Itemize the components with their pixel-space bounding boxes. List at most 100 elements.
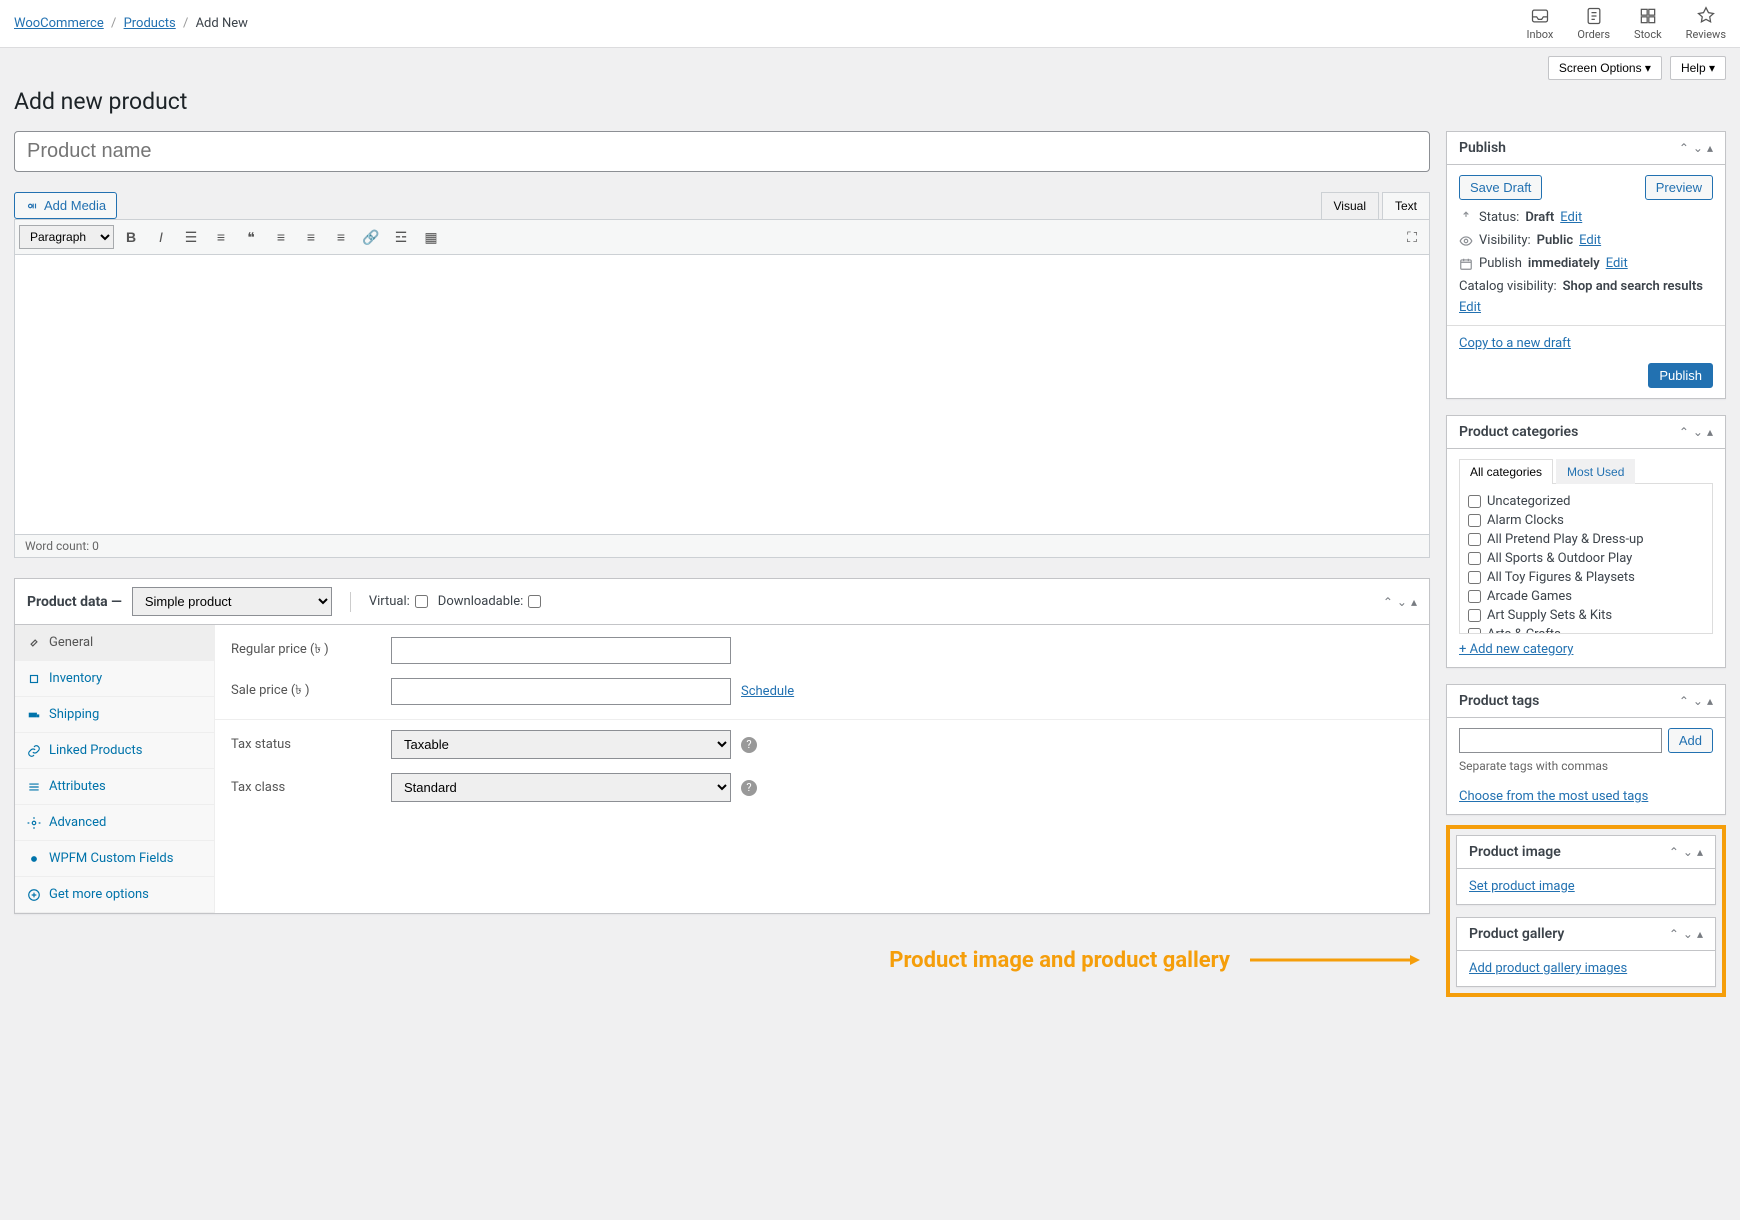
tag-help-text: Separate tags with commas xyxy=(1459,759,1713,773)
stock-icon[interactable]: Stock xyxy=(1634,6,1662,41)
bold-icon[interactable]: B xyxy=(118,224,144,250)
triangle-up-icon[interactable]: ▴ xyxy=(1411,595,1417,609)
breadcrumb: WooCommerce / Products / Add New xyxy=(14,16,248,31)
tab-attributes[interactable]: Attributes xyxy=(15,769,214,805)
tab-general[interactable]: General xyxy=(15,625,214,661)
triangle-up-icon[interactable]: ▴ xyxy=(1697,845,1703,859)
screen-options-button[interactable]: Screen Options ▾ xyxy=(1548,56,1662,80)
edit-status-link[interactable]: Edit xyxy=(1560,210,1582,225)
triangle-up-icon[interactable]: ▴ xyxy=(1707,425,1713,439)
product-type-select[interactable]: Simple product xyxy=(132,587,332,616)
link-icon[interactable]: 🔗 xyxy=(358,224,384,250)
tax-status-label: Tax status xyxy=(231,737,381,752)
save-draft-button[interactable]: Save Draft xyxy=(1459,175,1542,200)
publish-button[interactable]: Publish xyxy=(1648,363,1713,388)
category-checkbox[interactable] xyxy=(1468,590,1481,603)
chevron-down-icon[interactable]: ⌄ xyxy=(1693,694,1703,708)
category-checkbox[interactable] xyxy=(1468,571,1481,584)
chevron-down-icon[interactable]: ⌄ xyxy=(1397,595,1407,609)
help-icon[interactable]: ? xyxy=(741,737,757,753)
tab-visual[interactable]: Visual xyxy=(1321,192,1379,219)
add-gallery-images-link[interactable]: Add product gallery images xyxy=(1469,961,1627,976)
quote-icon[interactable]: ❝ xyxy=(238,224,264,250)
categories-heading: Product categories xyxy=(1459,424,1578,440)
italic-icon[interactable]: I xyxy=(148,224,174,250)
tab-most-used[interactable]: Most Used xyxy=(1556,459,1635,484)
virtual-label: Virtual: xyxy=(369,594,410,609)
category-checkbox[interactable] xyxy=(1468,495,1481,508)
add-media-button[interactable]: Add Media xyxy=(14,192,117,219)
toolbar-toggle-icon[interactable]: ▦ xyxy=(418,224,444,250)
product-data-heading: Product data — xyxy=(27,594,122,610)
tab-all-categories[interactable]: All categories xyxy=(1459,459,1553,484)
tab-advanced[interactable]: Advanced xyxy=(15,805,214,841)
category-checkbox[interactable] xyxy=(1468,609,1481,622)
tab-linked-products[interactable]: Linked Products xyxy=(15,733,214,769)
triangle-up-icon[interactable]: ▴ xyxy=(1697,927,1703,941)
number-list-icon[interactable]: ≡ xyxy=(208,224,234,250)
tax-status-select[interactable]: Taxable xyxy=(391,730,731,759)
chevron-up-icon[interactable]: ⌃ xyxy=(1669,845,1679,859)
sale-price-input[interactable] xyxy=(391,678,731,705)
chevron-up-icon[interactable]: ⌃ xyxy=(1679,141,1689,155)
align-center-icon[interactable]: ≡ xyxy=(298,224,324,250)
top-bar: WooCommerce / Products / Add New Inbox O… xyxy=(0,0,1740,48)
edit-publish-link[interactable]: Edit xyxy=(1606,256,1628,271)
breadcrumb-products[interactable]: Products xyxy=(124,16,176,31)
category-checkbox[interactable] xyxy=(1468,533,1481,546)
category-checkbox[interactable] xyxy=(1468,628,1481,634)
chevron-down-icon[interactable]: ⌄ xyxy=(1683,845,1693,859)
tab-get-more[interactable]: Get more options xyxy=(15,877,214,913)
edit-visibility-link[interactable]: Edit xyxy=(1579,233,1601,248)
category-checkbox[interactable] xyxy=(1468,552,1481,565)
downloadable-label: Downloadable: xyxy=(438,594,523,609)
chevron-up-icon[interactable]: ⌃ xyxy=(1679,425,1689,439)
word-count: Word count: 0 xyxy=(14,535,1430,558)
chevron-down-icon[interactable]: ⌄ xyxy=(1693,425,1703,439)
orders-icon[interactable]: Orders xyxy=(1577,6,1610,41)
reviews-icon[interactable]: Reviews xyxy=(1686,6,1726,41)
regular-price-input[interactable] xyxy=(391,637,731,664)
schedule-link[interactable]: Schedule xyxy=(741,684,794,699)
add-tag-button[interactable]: Add xyxy=(1668,728,1713,753)
tab-wpfm[interactable]: WPFM Custom Fields xyxy=(15,841,214,877)
product-name-input[interactable] xyxy=(14,131,1430,172)
editor-content[interactable] xyxy=(14,255,1430,535)
category-checkbox[interactable] xyxy=(1468,514,1481,527)
bullet-list-icon[interactable]: ☰ xyxy=(178,224,204,250)
chevron-up-icon[interactable]: ⌃ xyxy=(1669,927,1679,941)
help-button[interactable]: Help ▾ xyxy=(1670,56,1726,80)
tax-class-select[interactable]: Standard xyxy=(391,773,731,802)
edit-catalog-link[interactable]: Edit xyxy=(1459,300,1481,315)
help-icon[interactable]: ? xyxy=(741,780,757,796)
inbox-icon[interactable]: Inbox xyxy=(1527,6,1554,41)
chevron-up-icon[interactable]: ⌃ xyxy=(1679,694,1689,708)
tab-inventory[interactable]: Inventory xyxy=(15,661,214,697)
align-right-icon[interactable]: ≡ xyxy=(328,224,354,250)
paragraph-select[interactable]: Paragraph xyxy=(19,225,114,249)
align-left-icon[interactable]: ≡ xyxy=(268,224,294,250)
tab-text[interactable]: Text xyxy=(1382,192,1430,219)
triangle-up-icon[interactable]: ▴ xyxy=(1707,141,1713,155)
triangle-up-icon[interactable]: ▴ xyxy=(1707,694,1713,708)
sale-price-label: Sale price (৳ ) xyxy=(231,681,381,702)
chevron-up-icon[interactable]: ⌃ xyxy=(1383,595,1393,609)
category-list[interactable]: Uncategorized Alarm Clocks All Pretend P… xyxy=(1459,484,1713,634)
chevron-down-icon[interactable]: ⌄ xyxy=(1693,141,1703,155)
breadcrumb-current: Add New xyxy=(196,16,248,31)
downloadable-checkbox[interactable] xyxy=(528,595,541,608)
breadcrumb-woocommerce[interactable]: WooCommerce xyxy=(14,16,104,31)
choose-tags-link[interactable]: Choose from the most used tags xyxy=(1459,789,1648,804)
virtual-checkbox[interactable] xyxy=(415,595,428,608)
tax-class-label: Tax class xyxy=(231,780,381,795)
chevron-down-icon[interactable]: ⌄ xyxy=(1683,927,1693,941)
preview-button[interactable]: Preview xyxy=(1645,175,1713,200)
copy-draft-link[interactable]: Copy to a new draft xyxy=(1459,336,1571,351)
readmore-icon[interactable]: ☲ xyxy=(388,224,414,250)
add-new-category-link[interactable]: + Add new category xyxy=(1459,642,1573,657)
publish-heading: Publish xyxy=(1459,140,1506,156)
set-product-image-link[interactable]: Set product image xyxy=(1469,879,1575,894)
tag-input[interactable] xyxy=(1459,728,1662,753)
tab-shipping[interactable]: Shipping xyxy=(15,697,214,733)
fullscreen-icon[interactable]: ⛶ xyxy=(1399,224,1425,250)
